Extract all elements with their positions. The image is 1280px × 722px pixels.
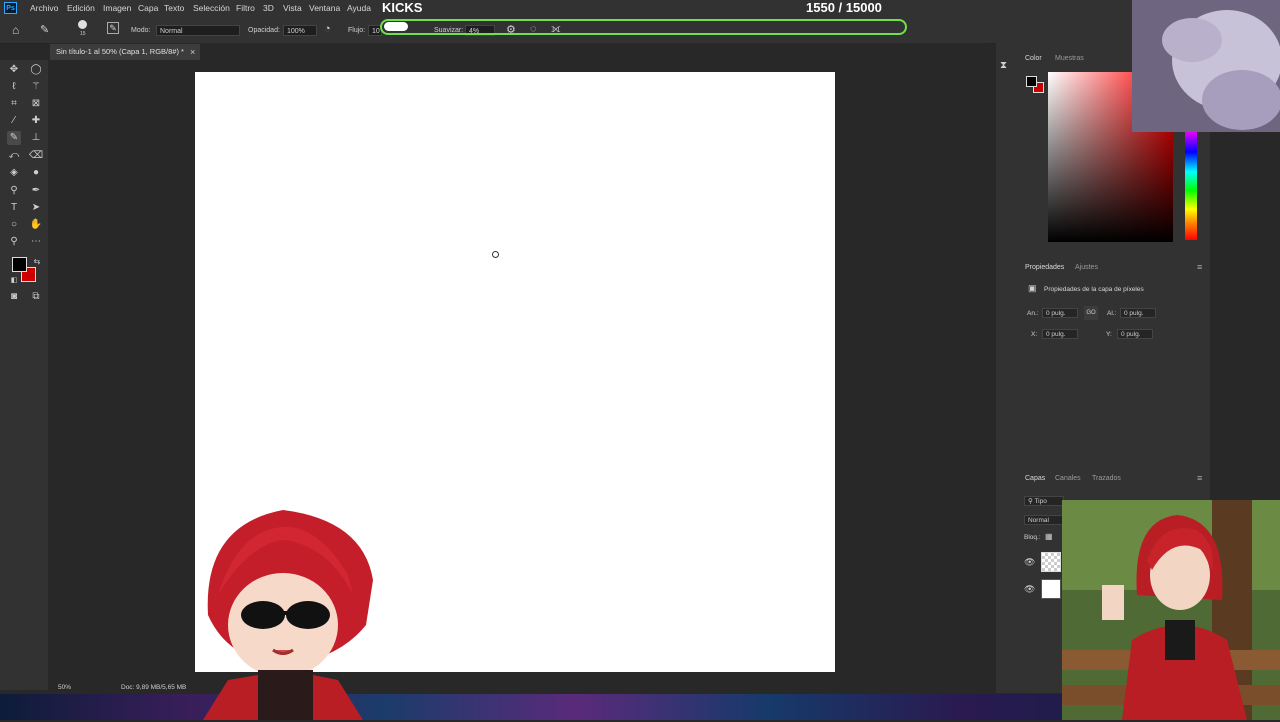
frame-icon[interactable]: ⊠ xyxy=(29,97,43,111)
kicks-progress-bar xyxy=(380,19,907,35)
menu-ventana[interactable]: Ventana xyxy=(309,3,340,13)
layers-menu-icon[interactable]: ≡ xyxy=(1197,473,1202,483)
avatar-sunglasses-image xyxy=(188,505,378,720)
brush-cursor-icon xyxy=(492,251,499,258)
zoom-level[interactable]: 50% xyxy=(58,684,71,691)
layer-filter-value: Tipo xyxy=(1034,498,1047,505)
brush-tip-icon[interactable] xyxy=(78,20,87,29)
menu-capa[interactable]: Capa xyxy=(138,3,158,13)
menu-3d[interactable]: 3D xyxy=(263,3,274,13)
tab-color[interactable]: Color xyxy=(1025,55,1042,62)
tab-swatches[interactable]: Muestras xyxy=(1055,55,1084,62)
zoom-icon[interactable]: ⚲ xyxy=(7,235,21,249)
pen-icon[interactable]: ✒ xyxy=(29,184,43,198)
blend-mode-select[interactable]: Normal xyxy=(1024,515,1064,525)
menu-imagen[interactable]: Imagen xyxy=(103,3,131,13)
y-label: Y: xyxy=(1106,331,1112,338)
width-field[interactable]: 0 pulg. xyxy=(1042,308,1078,318)
y-field[interactable]: 0 pulg. xyxy=(1117,329,1153,339)
tab-properties[interactable]: Propiedades xyxy=(1025,264,1064,271)
panel-dock-strip xyxy=(996,43,1018,693)
x-field[interactable]: 0 pulg. xyxy=(1042,329,1078,339)
menu-filtro[interactable]: Filtro xyxy=(236,3,255,13)
menu-vista[interactable]: Vista xyxy=(283,3,302,13)
history-panel-icon[interactable]: ⧗ xyxy=(1000,60,1007,71)
blur-icon[interactable]: ● xyxy=(29,166,43,180)
hand-icon[interactable]: ✋ xyxy=(29,218,43,232)
x-label: X: xyxy=(1031,331,1038,338)
menu-edicion[interactable]: Edición xyxy=(67,3,95,13)
tab-layers[interactable]: Capas xyxy=(1025,475,1045,482)
mode-label: Modo: xyxy=(131,27,151,34)
panel-foreground-swatch[interactable] xyxy=(1026,76,1037,87)
default-colors-icon[interactable]: ◧ xyxy=(7,274,21,288)
type-icon[interactable]: T xyxy=(7,201,21,215)
kicks-progress-fill xyxy=(384,22,408,31)
mode-select[interactable]: Normal xyxy=(156,25,240,36)
link-dimensions-icon[interactable]: GO xyxy=(1084,306,1098,320)
layer-thumbnail-background[interactable] xyxy=(1041,579,1061,599)
brush-icon[interactable]: ✎ xyxy=(7,131,21,145)
height-label: Al.: xyxy=(1107,310,1117,317)
healing-icon[interactable]: ✚ xyxy=(29,114,43,128)
stamp-icon[interactable]: ⊥ xyxy=(29,131,43,145)
screen-mode-icon[interactable]: ⧉ xyxy=(29,290,43,304)
visibility-eye-icon[interactable]: 👁 xyxy=(1024,557,1035,568)
move-icon[interactable]: ✥ xyxy=(7,63,21,77)
home-icon[interactable]: ⌂ xyxy=(12,23,19,37)
swap-colors-icon[interactable]: ⇆ xyxy=(30,255,44,269)
eyedropper-icon[interactable]: ⁄ xyxy=(7,114,21,128)
lock-transparency-icon[interactable]: ▦ xyxy=(1045,532,1053,541)
panel-menu-icon[interactable]: ≡ xyxy=(1197,262,1202,272)
pressure-opacity-icon[interactable]: ◔ xyxy=(324,23,331,35)
tab-channels[interactable]: Canales xyxy=(1055,475,1081,482)
menu-ayuda[interactable]: Ayuda xyxy=(347,3,371,13)
menu-texto[interactable]: Texto xyxy=(164,3,184,13)
history-brush-icon[interactable]: ⤺ xyxy=(7,149,21,163)
hue-slider[interactable] xyxy=(1185,130,1197,240)
dodge-icon[interactable]: ⚲ xyxy=(7,184,21,198)
kicks-title: KICKS xyxy=(382,0,423,15)
menu-archivo[interactable]: Archivo xyxy=(30,3,58,13)
crop-icon[interactable]: ⌗ xyxy=(7,97,21,111)
lasso-icon[interactable]: ℓ xyxy=(7,80,21,94)
tab-adjustments[interactable]: Ajustes xyxy=(1075,264,1098,271)
document-tab-title: Sin título-1 al 50% (Capa 1, RGB/8#) * xyxy=(56,47,184,56)
layer-thumbnail-transparent[interactable] xyxy=(1041,552,1061,572)
close-tab-icon[interactable]: × xyxy=(190,47,195,57)
doc-info[interactable]: Doc: 9,89 MB/5,65 MB xyxy=(121,684,186,691)
webcam-overlay xyxy=(1132,0,1280,132)
brush-settings-icon[interactable]: ✎ xyxy=(107,22,119,34)
flow-label: Flujo: xyxy=(348,27,366,34)
height-field[interactable]: 0 pulg. xyxy=(1120,308,1156,318)
width-label: An.: xyxy=(1027,310,1039,317)
bucket-icon[interactable]: ◈ xyxy=(7,166,21,180)
eraser-icon[interactable]: ⌫ xyxy=(29,149,43,163)
opacity-field[interactable]: 100% xyxy=(283,25,317,36)
avatar-bench-image xyxy=(1062,500,1280,720)
ellipse-icon[interactable]: ○ xyxy=(7,218,21,232)
layer-filter-select[interactable]: ⚲ Tipo xyxy=(1024,496,1064,506)
more-icon[interactable]: ⋯ xyxy=(29,235,43,249)
pixel-layer-icon: ▣ xyxy=(1028,283,1037,293)
path-select-icon[interactable]: ➤ xyxy=(29,201,43,215)
visibility-eye-icon[interactable]: 👁 xyxy=(1024,584,1035,595)
menu-seleccion[interactable]: Selección xyxy=(193,3,230,13)
photoshop-logo-icon: Ps xyxy=(4,2,17,14)
brush-size-label: 15 xyxy=(80,31,86,37)
marquee-icon[interactable]: ◯ xyxy=(29,63,43,77)
document-tab[interactable]: Sin título-1 al 50% (Capa 1, RGB/8#) * xyxy=(50,44,200,60)
cat-image xyxy=(1132,0,1280,132)
lock-label: Bloq.: xyxy=(1024,534,1041,541)
menu-bar xyxy=(0,0,1280,17)
brush-preset-icon[interactable]: ✎ xyxy=(40,23,49,36)
foreground-color-swatch[interactable] xyxy=(12,257,27,272)
layer-properties-title: Propiedades de la capa de píxeles xyxy=(1044,286,1144,293)
opacity-label: Opacidad: xyxy=(248,27,280,34)
tab-paths[interactable]: Trazados xyxy=(1092,475,1121,482)
kicks-counter: 1550 / 15000 xyxy=(806,0,882,15)
magic-wand-icon[interactable]: ⚚ xyxy=(29,80,43,94)
quick-mask-icon[interactable]: ◙ xyxy=(7,290,21,304)
